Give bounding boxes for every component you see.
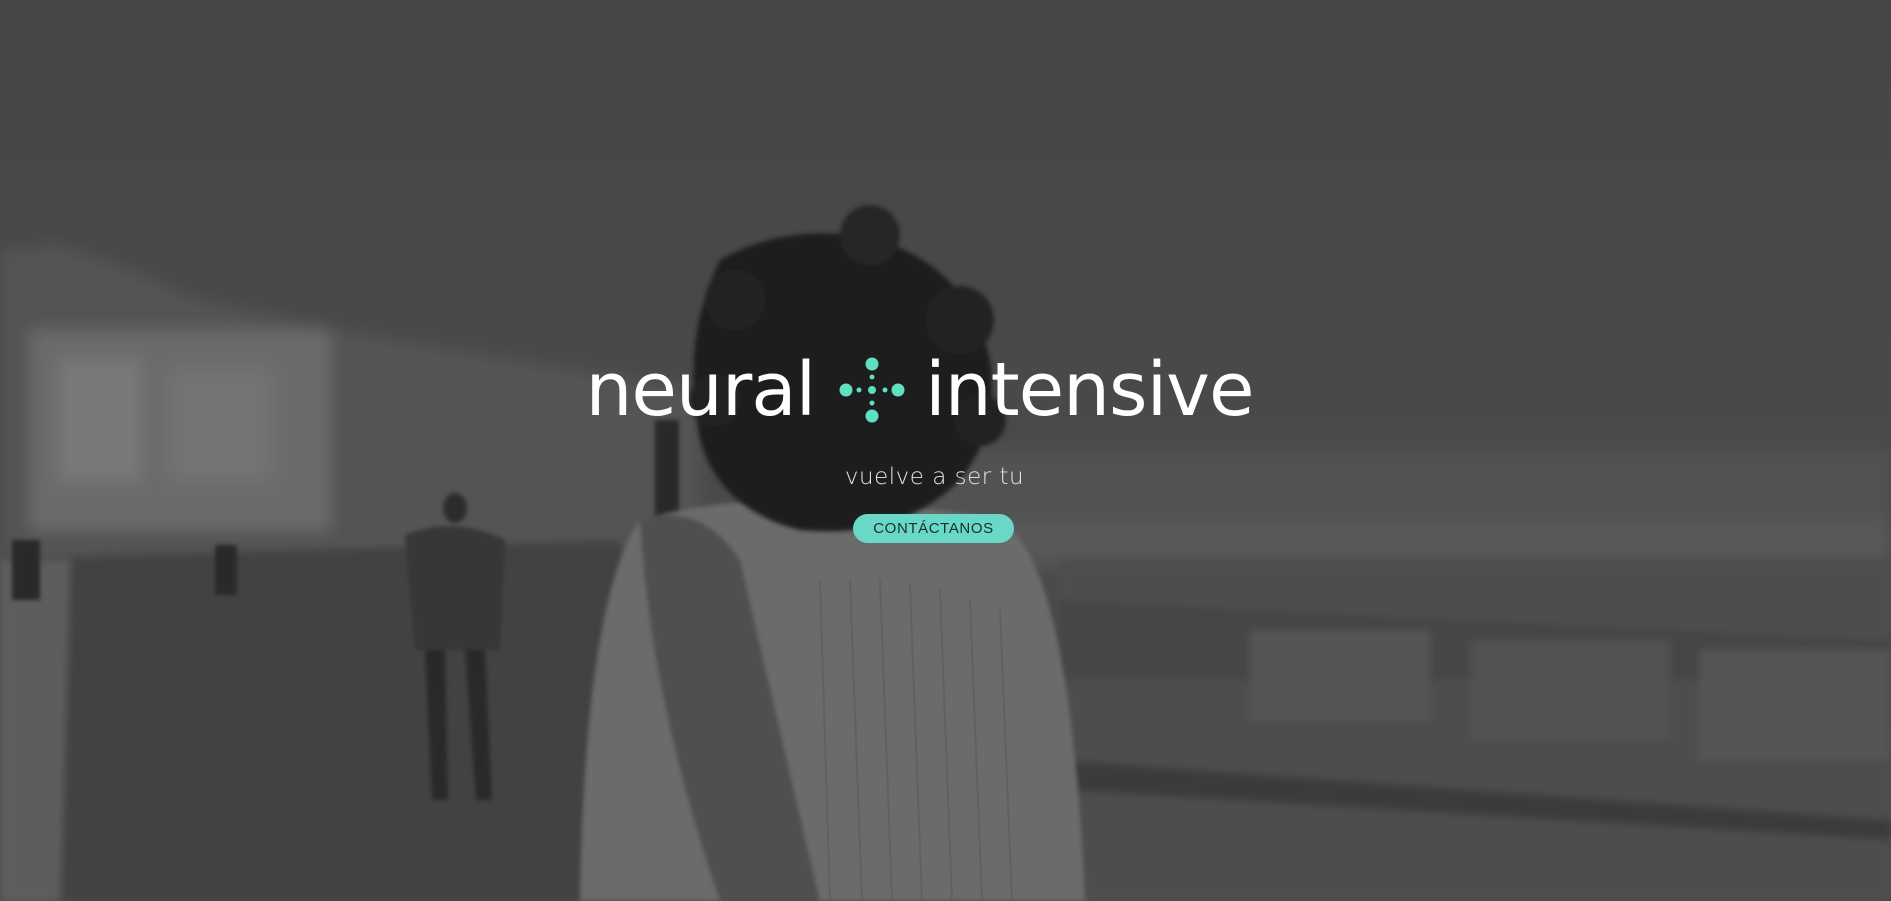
brand-logo[interactable]: neural intensive bbox=[585, 347, 1254, 433]
hero-section: neural intensive vuelve a ser tu CONTÁCT… bbox=[0, 0, 1891, 901]
hero-tagline: vuelve a ser tu bbox=[844, 464, 1025, 490]
hero-content: neural intensive vuelve a ser tu CONTÁCT… bbox=[0, 350, 1891, 543]
logo-word-intensive: intensive bbox=[925, 347, 1254, 433]
logo-word-neural: neural bbox=[585, 347, 816, 433]
neural-dots-icon bbox=[839, 357, 905, 423]
contact-button[interactable]: CONTÁCTANOS bbox=[853, 514, 1014, 543]
